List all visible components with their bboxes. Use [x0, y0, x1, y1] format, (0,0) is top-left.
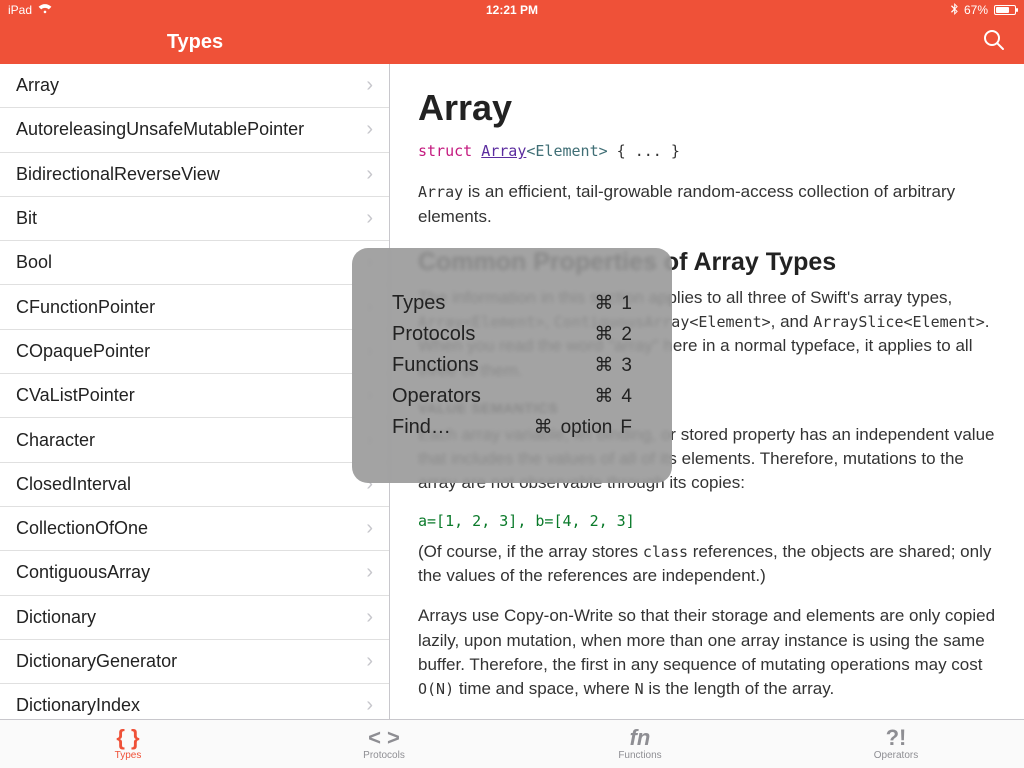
tab-functions[interactable]: fnFunctions: [512, 720, 768, 768]
tab-operators[interactable]: ?!Operators: [768, 720, 1024, 768]
keyboard-shortcuts-hud: Types ⌘1 Protocols ⌘2 Functions ⌘3 Operators ⌘4…: [352, 248, 672, 483]
tab-label: Types: [115, 750, 142, 761]
hud-label: Functions: [392, 354, 479, 377]
sidebar-item-label: DictionaryGenerator: [16, 651, 177, 672]
tab-bar: { }Types< >ProtocolsfnFunctions?!Operato…: [0, 719, 1024, 768]
types-icon: { }: [116, 727, 139, 749]
sidebar-item-label: CollectionOfOne: [16, 518, 148, 539]
functions-icon: fn: [630, 727, 651, 749]
search-icon: [983, 29, 1005, 56]
tab-types[interactable]: { }Types: [0, 720, 256, 768]
chevron-right-icon: ›: [366, 694, 373, 717]
bluetooth-icon: [951, 3, 958, 18]
hud-label: Find…: [392, 416, 451, 439]
tab-label: Functions: [618, 750, 661, 761]
sidebar-item[interactable]: BidirectionalReverseView ›: [0, 153, 389, 197]
hud-row: Find… ⌘optionF: [392, 416, 632, 439]
code-output: a=[1, 2, 3], b=[4, 2, 3]: [418, 511, 996, 532]
sidebar-item[interactable]: ClosedInterval›: [0, 463, 389, 507]
operators-icon: ?!: [886, 727, 907, 749]
status-bar: iPad 12:21 PM 67%: [0, 0, 1024, 20]
chevron-right-icon: ›: [366, 650, 373, 673]
hud-label: Types: [392, 292, 445, 315]
chevron-right-icon: ›: [366, 517, 373, 540]
hud-keys: ⌘2: [594, 323, 632, 346]
device-label: iPad: [8, 3, 32, 17]
search-button[interactable]: [980, 28, 1008, 56]
chevron-right-icon: ›: [366, 163, 373, 186]
wifi-icon: [38, 3, 52, 17]
subheading-growth: GROWTH AND CAPACITY: [418, 717, 996, 719]
page-title: Array: [418, 82, 996, 133]
sidebar-item[interactable]: CollectionOfOne ›: [0, 507, 389, 551]
sidebar-item-label: DictionaryIndex: [16, 695, 140, 716]
sidebar-item-label: Bool: [16, 252, 52, 273]
hud-keys: ⌘1: [594, 292, 632, 315]
nav-title: Types: [0, 31, 390, 54]
sidebar-item[interactable]: CFunctionPointer›: [0, 285, 389, 329]
sidebar-item[interactable]: CVaListPointer›: [0, 374, 389, 418]
sidebar-item[interactable]: ContiguousArray ›: [0, 551, 389, 595]
hud-keys: ⌘optionF: [534, 416, 632, 439]
sidebar-item[interactable]: Bit ›: [0, 197, 389, 241]
hud-row: Operators ⌘4: [392, 385, 632, 408]
intro-paragraph: Array is an efficient, tail-growable ran…: [418, 180, 996, 228]
hud-row: Functions ⌘3: [392, 354, 632, 377]
hud-keys: ⌘4: [594, 385, 632, 408]
sidebar-item[interactable]: Bool›: [0, 241, 389, 285]
tab-label: Operators: [874, 750, 918, 761]
sidebar-item[interactable]: AutoreleasingUnsafeMutablePointer ›: [0, 108, 389, 152]
chevron-right-icon: ›: [366, 561, 373, 584]
clock: 12:21 PM: [0, 3, 1024, 17]
chevron-right-icon: ›: [366, 207, 373, 230]
hud-keys: ⌘3: [594, 354, 632, 377]
chevron-right-icon: ›: [366, 606, 373, 629]
chevron-right-icon: ›: [366, 74, 373, 97]
class-note-paragraph: (Of course, if the array stores class re…: [418, 540, 996, 588]
sidebar-item[interactable]: COpaquePointer›: [0, 330, 389, 374]
battery-percent: 67%: [964, 3, 988, 17]
hud-row: Protocols ⌘2: [392, 323, 632, 346]
tab-label: Protocols: [363, 750, 405, 761]
chevron-right-icon: ›: [366, 118, 373, 141]
sidebar-item-label: Bit: [16, 208, 37, 229]
protocols-icon: < >: [368, 727, 400, 749]
sidebar-item-label: BidirectionalReverseView: [16, 164, 220, 185]
sidebar-item-label: Dictionary: [16, 607, 96, 628]
sidebar-item-label: ClosedInterval: [16, 474, 131, 495]
sidebar-item-label: CFunctionPointer: [16, 297, 155, 318]
sidebar-item[interactable]: Dictionary ›: [0, 596, 389, 640]
types-sidebar: Array › AutoreleasingUnsafeMutablePointer ›…: [0, 64, 390, 719]
type-declaration: struct Array<Element> { ... }: [418, 141, 996, 162]
sidebar-item-label: Array: [16, 75, 59, 96]
hud-label: Protocols: [392, 323, 475, 346]
hud-label: Operators: [392, 385, 481, 408]
sidebar-item[interactable]: DictionaryGenerator ›: [0, 640, 389, 684]
cow-paragraph: Arrays use Copy-on-Write so that their s…: [418, 604, 996, 701]
type-link-array[interactable]: Array: [481, 142, 526, 160]
sidebar-item[interactable]: Array ›: [0, 64, 389, 108]
tab-protocols[interactable]: < >Protocols: [256, 720, 512, 768]
sidebar-item[interactable]: DictionaryIndex ›: [0, 684, 389, 719]
sidebar-item-label: CVaListPointer: [16, 385, 135, 406]
sidebar-item-label: COpaquePointer: [16, 341, 150, 362]
nav-bar: Types: [0, 20, 1024, 64]
sidebar-item-label: ContiguousArray: [16, 562, 150, 583]
sidebar-item-label: Character: [16, 430, 95, 451]
hud-row: Types ⌘1: [392, 292, 632, 315]
battery-icon: [994, 5, 1016, 15]
sidebar-item-label: AutoreleasingUnsafeMutablePointer: [16, 119, 304, 140]
sidebar-item[interactable]: Character›: [0, 418, 389, 462]
